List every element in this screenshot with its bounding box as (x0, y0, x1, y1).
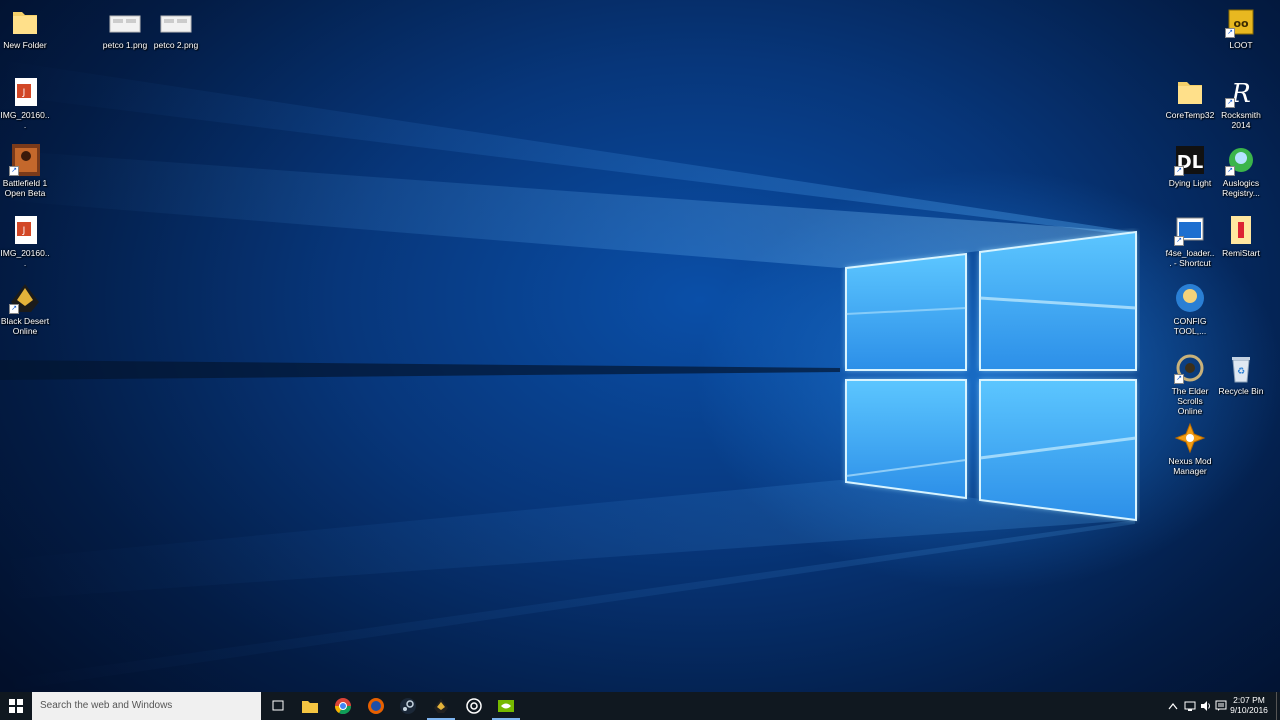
black-desert-taskbar-icon (434, 699, 448, 713)
taskbar-black-desert[interactable] (425, 692, 457, 720)
chevron-up-icon (1168, 703, 1178, 710)
desktop-icon-loot[interactable]: oo ↗ LOOT (1216, 6, 1266, 50)
nexus-mod-manager-icon (1174, 422, 1206, 454)
task-view-button[interactable] (262, 692, 294, 720)
shortcut-arrow-icon: ↗ (9, 166, 19, 176)
taskbar-steam[interactable] (392, 692, 424, 720)
file-explorer-icon (302, 701, 318, 713)
recycle-bin-icon: ♻ (1225, 352, 1257, 384)
show-desktop-button[interactable] (1276, 692, 1280, 720)
desktop-icon-f4se[interactable]: ↗ f4se_loader... - Shortcut (1165, 214, 1215, 268)
desktop-icon-rocksmith[interactable]: R ↗ Rocksmith 2014 (1216, 76, 1266, 130)
desktop-icon-new-folder[interactable]: New Folder (0, 6, 50, 50)
desktop-icon-config-tool[interactable]: CONFIG TOOL,... (1165, 282, 1215, 336)
shortcut-arrow-icon: ↗ (1225, 166, 1235, 176)
desktop-icon-remistart[interactable]: RemiStart (1216, 214, 1266, 258)
windows-start-icon (9, 699, 23, 713)
svg-text:♻: ♻ (1237, 367, 1245, 377)
search-box[interactable]: Search the web and Windows (32, 692, 261, 720)
elder-scrolls-game-icon: ↗ (1174, 352, 1206, 384)
svg-text:J: J (22, 226, 26, 236)
desktop-icon-black-desert[interactable]: ↗ Black Desert Online (0, 282, 50, 336)
volume-icon (1201, 701, 1210, 711)
circle-app-icon (466, 698, 482, 714)
desktop-icon-petco-1[interactable]: petco 1.png (100, 6, 150, 50)
shortcut-arrow-icon: ↗ (1174, 374, 1184, 384)
shortcut-arrow-icon: ↗ (1174, 236, 1184, 246)
clock[interactable]: 2:07 PM 9/10/2016 (1226, 695, 1272, 715)
clock-time: 2:07 PM (1233, 695, 1265, 705)
png-file-icon (109, 6, 141, 38)
chrome-icon (335, 698, 351, 714)
nvidia-icon (498, 700, 514, 712)
show-hidden-icons-button[interactable] (1166, 692, 1180, 720)
battlefield-game-icon: ↗ (9, 144, 41, 176)
desktop-icon-nexus[interactable]: Nexus Mod Manager (1165, 422, 1215, 476)
black-desert-game-icon: ↗ (9, 282, 41, 314)
taskbar-nvidia[interactable] (490, 692, 522, 720)
taskbar-firefox[interactable] (360, 692, 392, 720)
taskbar-file-explorer[interactable] (294, 692, 326, 720)
task-view-icon (272, 700, 284, 711)
dying-light-game-icon: DL ↗ (1174, 144, 1206, 176)
vault-boy-icon (1174, 282, 1206, 314)
desktop-icon-dying-light[interactable]: DL ↗ Dying Light (1165, 144, 1215, 188)
desktop-icon-recycle-bin[interactable]: ♻ Recycle Bin (1216, 352, 1266, 396)
png-file-icon (160, 6, 192, 38)
desktop-icon-coretemp[interactable]: CoreTemp32 (1165, 76, 1215, 120)
windows-logo-wallpaper (845, 230, 1137, 522)
clock-date: 9/10/2016 (1230, 705, 1268, 715)
volume-tray-button[interactable] (1198, 692, 1214, 720)
taskbar-app-circle[interactable] (458, 692, 490, 720)
folder-icon (1174, 76, 1206, 108)
loot-app-icon: oo ↗ (1225, 6, 1257, 38)
network-tray-button[interactable] (1182, 692, 1198, 720)
image-file-icon: J (9, 76, 41, 108)
desktop-icon-auslogics[interactable]: ↗ Auslogics Registry... (1216, 144, 1266, 198)
rocksmith-app-icon: R ↗ (1225, 76, 1257, 109)
start-button[interactable] (0, 692, 32, 720)
application-shortcut-icon: ↗ (1174, 214, 1206, 246)
search-placeholder: Search the web and Windows (40, 700, 173, 711)
folder-icon (9, 6, 41, 38)
firefox-icon (368, 698, 384, 714)
svg-text:J: J (22, 88, 26, 98)
steam-icon (400, 698, 416, 714)
taskbar-chrome[interactable] (327, 692, 359, 720)
image-file-icon: J (9, 214, 41, 246)
taskbar: Search the web and Windows 2:07 PM 9/10/… (0, 692, 1280, 720)
shortcut-arrow-icon: ↗ (1225, 98, 1235, 108)
shortcut-arrow-icon: ↗ (9, 304, 19, 314)
desktop-icon-battlefield[interactable]: ↗ Battlefield 1 Open Beta (0, 144, 50, 198)
desktop-icon-petco-2[interactable]: petco 2.png (151, 6, 201, 50)
desktop-icon-img-2[interactable]: J IMG_20160... (0, 214, 50, 268)
network-icon (1184, 701, 1196, 711)
desktop-icon-img-1[interactable]: J IMG_20160... (0, 76, 50, 130)
desktop-icon-elder-scrolls[interactable]: ↗ The Elder Scrolls Online (1165, 352, 1215, 416)
desktop[interactable]: New Folder J IMG_20160... ↗ Battlefield … (0, 0, 1280, 692)
auslogics-app-icon: ↗ (1225, 144, 1257, 176)
shortcut-arrow-icon: ↗ (1225, 28, 1235, 38)
shortcut-arrow-icon: ↗ (1174, 166, 1184, 176)
remistart-app-icon (1225, 214, 1257, 246)
svg-text:oo: oo (1233, 17, 1249, 30)
